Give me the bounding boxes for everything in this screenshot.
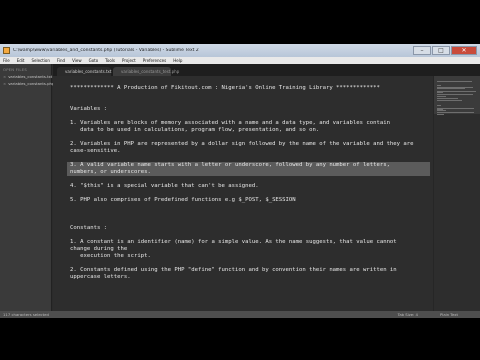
sidebar-file-label: variables_constants.php (8, 81, 55, 86)
menu-view[interactable]: View (72, 58, 82, 63)
code-line[interactable] (70, 113, 430, 120)
sidebar-file[interactable]: × variables_constants.php (0, 80, 55, 87)
line-gutter (53, 76, 67, 311)
code-line[interactable]: uppercase letters. (70, 274, 430, 281)
code-line[interactable] (70, 176, 430, 183)
title-bar: C:\wamp\www\variables_and_constants.php … (0, 44, 480, 57)
status-bar: 117 characters selected Tab Size: 4 Plai… (0, 311, 480, 318)
menu-preferences[interactable]: Preferences (143, 58, 167, 63)
menu-help[interactable]: Help (173, 58, 182, 63)
code-line[interactable] (70, 155, 430, 162)
code-editor[interactable]: ************* A Production of Fikitout.c… (53, 76, 433, 311)
status-selection: 117 characters selected (3, 312, 49, 317)
status-tab-size[interactable]: Tab Size: 4 (398, 312, 418, 317)
code-line[interactable]: change during the (70, 246, 430, 253)
code-line[interactable] (70, 134, 430, 141)
code-line[interactable]: ************* A Production of Fikitout.c… (70, 85, 430, 92)
menu-selection[interactable]: Selection (31, 58, 49, 63)
code-text[interactable]: ************* A Production of Fikitout.c… (67, 78, 430, 302)
maximize-button[interactable]: □ (432, 45, 450, 55)
close-file-icon[interactable]: × (3, 81, 6, 86)
menu-bar: File Edit Selection Find View Goto Tools… (0, 57, 480, 64)
code-line[interactable]: 5. PHP also comprises of Predefined func… (70, 197, 430, 204)
minimap-line (437, 105, 442, 107)
code-line[interactable] (70, 218, 430, 225)
code-line[interactable]: data to be used in calculations, program… (70, 127, 430, 134)
minimap-line (437, 90, 476, 92)
code-line[interactable]: Variables : (70, 106, 430, 113)
window-controls: – □ ✕ (412, 45, 477, 56)
minimap-line (437, 113, 444, 115)
code-line[interactable] (70, 295, 430, 302)
minimap-line (437, 88, 466, 90)
code-line[interactable] (70, 260, 430, 267)
code-line[interactable] (70, 288, 430, 295)
menu-edit[interactable]: Edit (17, 58, 25, 63)
menu-find[interactable]: Find (57, 58, 65, 63)
minimap-line (437, 98, 459, 99)
menu-goto[interactable]: Goto (89, 58, 99, 63)
minimap-line (437, 95, 447, 97)
code-line[interactable]: 4. "$this" is a special variable that ca… (70, 183, 430, 190)
sidebar: OPEN FILES × variables_constants.txt × v… (0, 64, 55, 311)
minimize-button[interactable]: – (413, 45, 431, 55)
window-title: C:\wamp\www\variables_and_constants.php … (13, 48, 199, 53)
minimap-line (437, 81, 472, 83)
minimap-line (437, 84, 442, 86)
code-line[interactable]: 1. A constant is an identifier (name) fo… (70, 239, 430, 246)
code-line[interactable] (70, 211, 430, 218)
tab-bar: variables_constants.txt variables_consta… (53, 64, 480, 76)
code-line[interactable]: numbers, or underscores. (67, 169, 430, 176)
editor-window: C:\wamp\www\variables_and_constants.php … (0, 44, 480, 318)
code-line[interactable]: 2. Constants defined using the PHP "defi… (70, 267, 430, 274)
code-line[interactable]: case-sensitive. (70, 148, 430, 155)
menu-project[interactable]: Project (122, 58, 136, 63)
minimap-line (437, 110, 447, 111)
code-line[interactable]: 2. Variables in PHP are represented by a… (70, 141, 430, 148)
minimap-line (437, 100, 463, 102)
sidebar-file[interactable]: × variables_constants.txt (0, 73, 53, 80)
code-line[interactable] (70, 204, 430, 211)
close-button[interactable]: ✕ (451, 45, 477, 55)
tab-inactive[interactable]: variables_constants_test.php (113, 67, 179, 76)
code-line[interactable] (70, 92, 430, 99)
code-line[interactable]: 1. Variables are blocks of memory associ… (70, 120, 430, 127)
app-icon (3, 47, 10, 54)
code-line[interactable] (70, 78, 430, 85)
code-line[interactable]: Constants : (70, 225, 430, 232)
sidebar-header: OPEN FILES (3, 67, 27, 72)
code-line[interactable] (70, 190, 430, 197)
status-syntax[interactable]: Plain Text (440, 312, 458, 317)
minimap-line (437, 92, 443, 93)
code-line[interactable]: 3. A valid variable name starts with a l… (67, 162, 430, 169)
close-file-icon[interactable]: × (3, 74, 6, 79)
minimap[interactable] (433, 76, 480, 311)
code-line[interactable]: execution the script. (70, 253, 430, 260)
code-line[interactable] (70, 281, 430, 288)
menu-tools[interactable]: Tools (105, 58, 115, 63)
tab-active[interactable]: variables_constants.txt (57, 67, 111, 76)
code-line[interactable] (70, 99, 430, 106)
code-line[interactable] (70, 232, 430, 239)
sidebar-file-label: variables_constants.txt (8, 74, 53, 79)
menu-file[interactable]: File (3, 58, 10, 63)
